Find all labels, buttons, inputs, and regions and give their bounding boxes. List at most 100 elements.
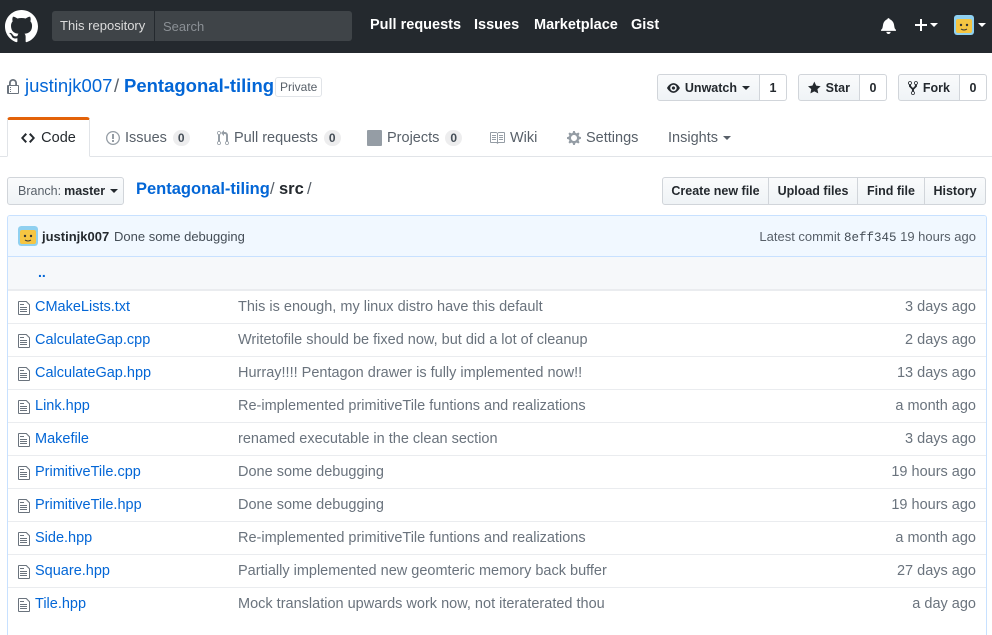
file-commit-message-link[interactable]: Done some debugging — [238, 464, 384, 480]
commit-sha-link[interactable]: 8eff345 — [844, 231, 897, 245]
star-icon — [808, 81, 821, 93]
tab-settings[interactable]: Settings — [567, 128, 638, 148]
file-commit-message-link[interactable]: Hurray!!!! Pentagon drawer is fully impl… — [238, 365, 582, 381]
github-logo-icon[interactable] — [5, 10, 38, 43]
file-age: a day ago — [912, 596, 976, 612]
caret-down-icon — [110, 189, 119, 193]
search-input[interactable] — [156, 11, 352, 41]
avatar[interactable] — [18, 226, 38, 246]
caret-down-icon — [742, 85, 750, 90]
tab-pull-requests[interactable]: Pull requests 0 — [217, 128, 341, 148]
table-row: Side.hpp Re-implemented primitiveTile fun… — [8, 521, 986, 554]
repo-name-link[interactable]: Pentagonal-tiling — [124, 75, 274, 97]
search-scope-label: This repository — [52, 11, 155, 41]
commit-message-link[interactable]: Done some debugging — [114, 229, 245, 244]
projects-counter: 0 — [445, 130, 463, 146]
file-age: 27 days ago — [896, 563, 976, 579]
file-table: justinjk007 Done some debugging Latest c… — [7, 215, 987, 635]
global-header: This repository Pull requests Issues Mar… — [0, 0, 992, 53]
private-badge: Private — [275, 77, 323, 97]
file-age: 3 days ago — [905, 431, 976, 447]
file-icon — [18, 333, 30, 352]
tab-projects[interactable]: Projects 0 — [367, 128, 463, 148]
table-row: CMakeLists.txt This is enough, my linux d… — [8, 290, 986, 323]
file-commit-message-link[interactable]: renamed executable in the clean section — [238, 431, 498, 447]
file-icon — [18, 465, 30, 484]
file-commit-message-link[interactable]: Done some debugging — [238, 497, 384, 513]
file-name-link[interactable]: CalculateGap.cpp — [35, 332, 150, 348]
unwatch-label: Unwatch — [684, 80, 737, 95]
book-icon — [490, 132, 505, 144]
file-age: 3 days ago — [905, 299, 976, 315]
branch-value: master — [64, 184, 106, 198]
file-commit-message-link[interactable]: Writetofile should be fixed now, but did… — [238, 332, 588, 348]
branch-select-button[interactable]: Branch: master — [7, 177, 124, 205]
nav-pull-requests[interactable]: Pull requests — [370, 17, 461, 33]
file-name-link[interactable]: CalculateGap.hpp — [35, 365, 151, 381]
file-commit-message-link[interactable]: Re-implemented primitiveTile funtions an… — [238, 530, 586, 546]
file-icon — [18, 366, 30, 385]
lock-icon — [7, 79, 19, 94]
parent-directory-link[interactable]: .. — [38, 264, 46, 280]
file-commit-message-link[interactable]: This is enough, my linux distro have thi… — [238, 299, 543, 315]
file-age: 2 days ago — [905, 332, 976, 348]
forks-count[interactable]: 0 — [960, 74, 987, 101]
eye-icon — [667, 82, 680, 93]
tab-insights[interactable]: Insights — [668, 128, 731, 148]
tab-issues-label: Issues — [125, 130, 167, 146]
tab-issues[interactable]: Issues 0 — [106, 128, 190, 148]
nav-gist[interactable]: Gist — [631, 17, 659, 33]
table-row: Square.hpp Partially implemented new geom… — [8, 554, 986, 587]
file-commit-message-link[interactable]: Re-implemented primitiveTile funtions an… — [238, 398, 586, 414]
caret-down-icon — [930, 23, 938, 27]
file-name-link[interactable]: Link.hpp — [35, 398, 90, 414]
file-name-link[interactable]: Side.hpp — [35, 530, 92, 546]
tab-code[interactable]: Code — [7, 117, 90, 157]
plus-icon — [915, 19, 927, 31]
tab-wiki[interactable]: Wiki — [489, 128, 537, 148]
unwatch-button[interactable]: Unwatch — [657, 74, 760, 101]
table-row: PrimitiveTile.hpp Done some debugging 19 h… — [8, 488, 986, 521]
commit-author-link[interactable]: justinjk007 — [42, 229, 109, 244]
file-name-link[interactable]: PrimitiveTile.hpp — [35, 497, 142, 513]
table-row: Makefile renamed executable in the clean … — [8, 422, 986, 455]
user-menu[interactable] — [954, 15, 986, 38]
file-navigation-buttons: Create new file Upload files Find file H… — [662, 177, 986, 205]
parent-directory-row[interactable]: .. — [8, 257, 986, 290]
breadcrumb-separator: / — [307, 180, 312, 198]
fork-button[interactable]: Fork — [898, 74, 960, 101]
repo-owner-link[interactable]: justinjk007 — [25, 75, 112, 97]
file-commit-message-link[interactable]: Mock translation upwards work now, not i… — [238, 596, 605, 612]
watch-group: Unwatch 1 — [657, 74, 787, 101]
file-age: 19 hours ago — [891, 497, 976, 513]
nav-marketplace[interactable]: Marketplace — [534, 17, 618, 33]
issues-counter: 0 — [172, 130, 190, 146]
file-name-link[interactable]: PrimitiveTile.cpp — [35, 464, 141, 480]
commit-age: 19 hours ago — [900, 229, 976, 244]
file-name-link[interactable]: Makefile — [35, 431, 89, 447]
fork-group: Fork 0 — [898, 74, 987, 101]
file-commit-message-link[interactable]: Partially implemented new geomteric memo… — [238, 563, 607, 579]
code-icon — [21, 133, 36, 143]
create-new-file-button[interactable]: Create new file — [662, 177, 769, 205]
new-menu[interactable] — [914, 17, 938, 36]
file-icon — [18, 564, 30, 583]
file-icon — [18, 531, 30, 550]
stargazers-count[interactable]: 0 — [860, 74, 887, 101]
file-age: 19 hours ago — [891, 464, 976, 480]
tab-code-label: Code — [41, 130, 76, 146]
file-name-link[interactable]: Tile.hpp — [35, 596, 86, 612]
file-name-link[interactable]: CMakeLists.txt — [35, 299, 130, 315]
star-button[interactable]: Star — [798, 74, 860, 101]
file-icon — [18, 399, 30, 418]
find-file-button[interactable]: Find file — [857, 177, 925, 205]
bell-icon[interactable] — [881, 17, 896, 34]
breadcrumb-root-link[interactable]: Pentagonal-tiling — [136, 180, 270, 199]
nav-issues[interactable]: Issues — [474, 17, 519, 33]
history-button[interactable]: History — [924, 177, 986, 205]
upload-files-button[interactable]: Upload files — [768, 177, 858, 205]
watchers-count[interactable]: 1 — [760, 74, 787, 101]
file-icon — [18, 498, 30, 517]
file-name-link[interactable]: Square.hpp — [35, 563, 110, 579]
table-row: Link.hpp Re-implemented primitiveTile fun… — [8, 389, 986, 422]
